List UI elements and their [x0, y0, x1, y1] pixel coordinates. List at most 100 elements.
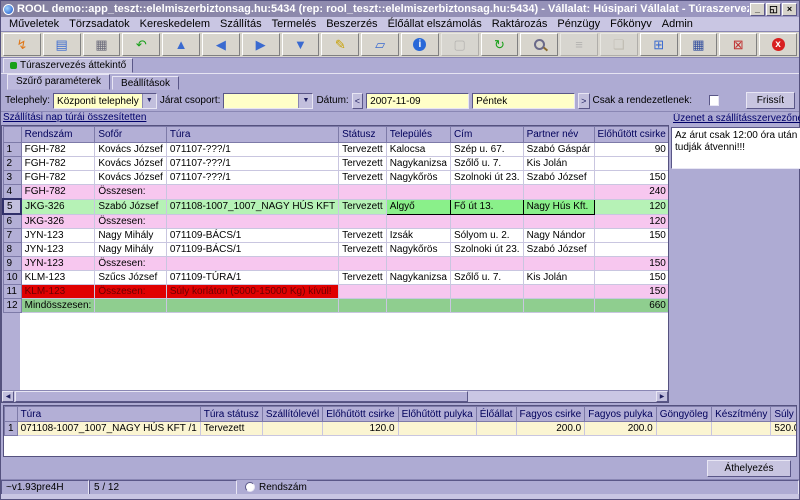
cell[interactable]: Szűcs József: [95, 271, 166, 285]
date-input[interactable]: 2007-11-09: [366, 93, 469, 109]
cell[interactable]: Kovács József: [95, 157, 166, 171]
cell[interactable]: Szép u. 67.: [450, 143, 523, 157]
cell[interactable]: Nagykanizsa: [386, 157, 450, 171]
column-header[interactable]: Partner név: [523, 127, 594, 143]
table-row[interactable]: 11KLM-123Összesen:Súly korláton (5000-15…: [3, 285, 668, 299]
cell[interactable]: Összesen:: [95, 185, 166, 200]
cell[interactable]: Mindösszesen:: [21, 299, 95, 313]
cell[interactable]: Szabó József: [95, 199, 166, 214]
row-number[interactable]: 1: [3, 143, 21, 157]
cell[interactable]: [450, 185, 523, 200]
cell[interactable]: [339, 285, 387, 299]
column-header[interactable]: Élőállat: [476, 407, 516, 422]
cell[interactable]: Szőlő u. 7.: [450, 157, 523, 171]
column-header[interactable]: Fagyos pulyka: [585, 407, 656, 422]
column-header[interactable]: Szállítólevél: [262, 407, 322, 422]
delete-button[interactable]: ▱: [361, 33, 399, 56]
cell[interactable]: Szolnoki út 23.: [450, 243, 523, 257]
menu-item[interactable]: Pénzügy: [552, 18, 605, 30]
cell[interactable]: Súly korláton (5000-15000 Kg) kívül!: [166, 285, 338, 299]
cell[interactable]: FGH-782: [21, 171, 95, 185]
cell[interactable]: 200.0: [585, 422, 656, 436]
cell[interactable]: [523, 214, 594, 229]
row-number[interactable]: 1: [5, 422, 18, 436]
cell[interactable]: Tervezett: [339, 229, 387, 243]
cell[interactable]: Nagy Hús Kft.: [523, 199, 594, 214]
table-import-button[interactable]: ▦: [680, 33, 718, 56]
column-header[interactable]: Túra: [17, 407, 200, 422]
row-number[interactable]: 6: [3, 214, 21, 229]
cell[interactable]: Kovács József: [95, 143, 166, 157]
scrollbar-thumb[interactable]: [15, 391, 468, 402]
cell[interactable]: [339, 257, 387, 271]
column-header[interactable]: Súly: [771, 407, 797, 422]
cell[interactable]: [594, 243, 668, 257]
cell[interactable]: [450, 299, 523, 313]
cell[interactable]: Nagy Mihály: [95, 229, 166, 243]
row-number[interactable]: 9: [3, 257, 21, 271]
row-number[interactable]: 12: [3, 299, 21, 313]
column-header[interactable]: Cím: [450, 127, 523, 143]
menu-item[interactable]: Beszerzés: [321, 18, 382, 30]
menu-item[interactable]: Termelés: [267, 18, 322, 30]
table-row[interactable]: 2FGH-782Kovács József071107-???/1Terveze…: [3, 157, 668, 171]
undo-button[interactable]: ↶: [122, 33, 160, 56]
cell[interactable]: 520.0: [771, 422, 797, 436]
cell[interactable]: Tervezett: [339, 171, 387, 185]
cell[interactable]: 071109-BÁCS/1: [166, 229, 338, 243]
cell[interactable]: Tervezett: [339, 157, 387, 171]
cell[interactable]: 150: [594, 229, 668, 243]
cell[interactable]: Algyő: [386, 199, 450, 214]
row-number[interactable]: 11: [3, 285, 21, 299]
row-number[interactable]: 3: [3, 171, 21, 185]
column-header[interactable]: Fagyos csirke: [516, 407, 585, 422]
cell[interactable]: 071107-???/1: [166, 143, 338, 157]
menu-item[interactable]: Műveletek: [4, 18, 64, 30]
chevron-down-icon[interactable]: ▼: [142, 94, 156, 108]
cell[interactable]: FGH-782: [21, 185, 95, 200]
route-group-select[interactable]: ▼: [223, 93, 313, 109]
cell[interactable]: 071109-TÚRA/1: [166, 271, 338, 285]
cell[interactable]: Tervezett: [339, 143, 387, 157]
column-header[interactable]: Rendszám: [21, 127, 95, 143]
cell[interactable]: Kis Jolán: [523, 157, 594, 171]
cell[interactable]: [398, 422, 476, 436]
cell[interactable]: JKG-326: [21, 199, 95, 214]
cell[interactable]: [386, 285, 450, 299]
menu-item[interactable]: Kereskedelem: [135, 18, 215, 30]
cell[interactable]: FGH-782: [21, 143, 95, 157]
table-row[interactable]: 5JKG-326Szabó József071108-1007_1007_NAG…: [3, 199, 668, 214]
table-row[interactable]: 6JKG-326Összesen:120200200: [3, 214, 668, 229]
form-button[interactable]: ▢: [441, 33, 479, 56]
cell[interactable]: Kovács József: [95, 171, 166, 185]
column-header[interactable]: Göngyöleg: [656, 407, 711, 422]
cell[interactable]: Kis Jolán: [523, 271, 594, 285]
horizontal-scrollbar[interactable]: ◀ ▶: [2, 390, 668, 402]
cell[interactable]: JYN-123: [21, 229, 95, 243]
menu-item[interactable]: Raktározás: [487, 18, 553, 30]
next-record-button[interactable]: ▶: [242, 33, 280, 56]
cell[interactable]: [339, 185, 387, 200]
cell[interactable]: [339, 214, 387, 229]
cell[interactable]: KLM-123: [21, 285, 95, 299]
cell[interactable]: [166, 214, 338, 229]
menu-item[interactable]: Élőállat elszámolás: [383, 18, 487, 30]
column-header[interactable]: Sofőr: [95, 127, 166, 143]
cell[interactable]: Tervezett: [339, 199, 387, 214]
row-number[interactable]: 10: [3, 271, 21, 285]
cell[interactable]: [386, 214, 450, 229]
menu-item[interactable]: Szállítás: [215, 18, 267, 30]
info-button[interactable]: i: [401, 33, 439, 56]
row-number[interactable]: 7: [3, 229, 21, 243]
cell[interactable]: Fő út 13.: [450, 199, 523, 214]
cell[interactable]: 660: [594, 299, 668, 313]
menu-item[interactable]: Admin: [657, 18, 698, 30]
search-button[interactable]: [520, 33, 558, 56]
cell[interactable]: Sólyom u. 2.: [450, 229, 523, 243]
cell[interactable]: [386, 299, 450, 313]
cell[interactable]: [166, 299, 338, 313]
rows-button[interactable]: ≡: [560, 33, 598, 56]
cell[interactable]: [262, 422, 322, 436]
table-row[interactable]: 1FGH-782Kovács József071107-???/1Terveze…: [3, 143, 668, 157]
cell[interactable]: Nagykanizsa: [386, 271, 450, 285]
